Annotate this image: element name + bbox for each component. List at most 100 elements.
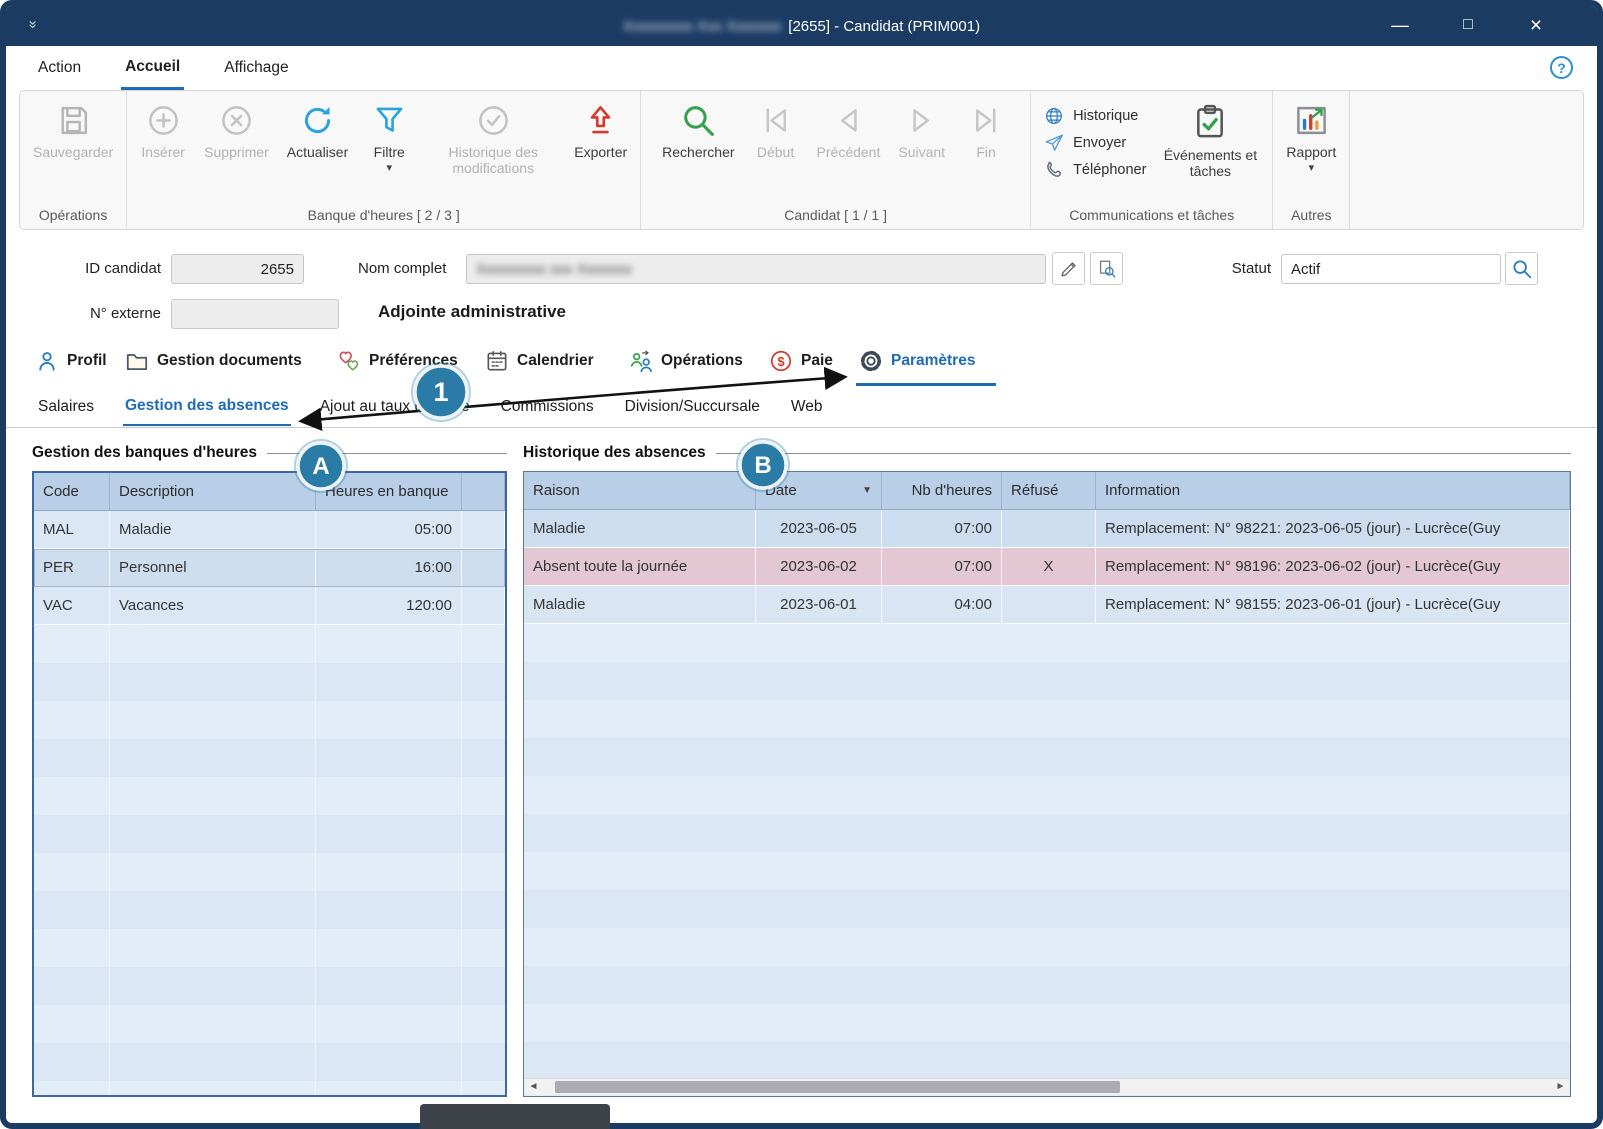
ribbon-group-communications: Historique Envoyer Téléphoner [1031, 91, 1273, 229]
svg-text:$: $ [777, 354, 785, 369]
tab-paie[interactable]: $ Paie [768, 344, 833, 378]
col-refuse: Réfusé [1002, 472, 1096, 509]
group-label-other: Autres [1277, 205, 1345, 229]
report-button[interactable]: Rapport ▾ [1277, 97, 1345, 176]
hours-bank-panel: Gestion des banques d'heures Code Descri… [32, 440, 507, 1097]
col-heures: Heures en banque [316, 473, 462, 510]
tab-gestion-documents[interactable]: Gestion documents [124, 344, 302, 378]
delete-button[interactable]: Supprimer [195, 97, 278, 165]
export-icon [582, 102, 619, 139]
external-number-field[interactable] [171, 299, 339, 329]
next-icon [903, 102, 940, 139]
window-title: Xxxxxxxxx Xxx Xxxxxxx [2655] - Candidat … [6, 18, 1597, 35]
ribbon-group-candidate: Rechercher Début Précédent [641, 91, 1031, 229]
group-label-communications: Communications et tâches [1035, 205, 1268, 229]
minimize-button[interactable]: — [1389, 15, 1411, 36]
menu-affichage[interactable]: Affichage [220, 46, 292, 90]
subtab-division[interactable]: Division/Succursale [623, 389, 762, 425]
subtab-salaires[interactable]: Salaires [36, 389, 96, 425]
hours-bank-table: Code Description Heures en banque MAL Ma… [32, 471, 507, 1097]
subtabs: Salaires Gestion des absences Ajout au t… [6, 386, 1597, 428]
id-field[interactable]: 2655 [171, 254, 304, 284]
subtab-commissions[interactable]: Commissions [499, 389, 596, 425]
ribbon-group-operations: Sauvegarder Opérations [20, 91, 127, 229]
person-icon [34, 348, 60, 374]
tab-calendrier[interactable]: Calendrier [484, 344, 594, 378]
table-row[interactable]: Maladie 2023-06-01 04:00 Remplacement: N… [524, 586, 1570, 624]
history-modifications-icon [475, 102, 512, 139]
events-tasks-button[interactable]: Événements et tâches [1152, 97, 1268, 184]
save-button[interactable]: Sauvegarder [24, 97, 122, 165]
subtab-ajout-taux[interactable]: Ajout au taux de base [318, 389, 472, 425]
help-icon[interactable]: ? [1550, 56, 1573, 79]
report-dropdown-icon: ▾ [1309, 165, 1315, 171]
refresh-button[interactable]: Actualiser [278, 97, 357, 165]
preview-document-button[interactable] [1090, 252, 1123, 285]
subtab-web[interactable]: Web [789, 389, 825, 425]
section-tabs: Profil Gestion documents Préférences Cal… [6, 336, 1597, 386]
menu-bar: Action Accueil Affichage ? [6, 46, 1597, 90]
absence-history-panel: Historique des absences Raison Date ▼ Nb… [523, 440, 1571, 1097]
history-button[interactable]: Historique [1043, 105, 1146, 127]
history-modifications-button[interactable]: Historique des modifications [421, 97, 565, 181]
absence-history-header[interactable]: Raison Date ▼ Nb d'heures Réfusé Informa… [524, 472, 1570, 510]
filter-icon [371, 102, 408, 139]
active-tab-underline [856, 383, 996, 386]
col-description: Description [110, 473, 316, 510]
ribbon: Sauvegarder Opérations Insérer Supprimer [19, 90, 1584, 230]
last-button[interactable]: Fin [954, 97, 1018, 165]
previous-button[interactable]: Précédent [808, 97, 890, 165]
name-field[interactable]: Xxxxxxxxx xxx Xxxxxxx [466, 254, 1046, 284]
gear-icon [858, 348, 884, 374]
next-button[interactable]: Suivant [889, 97, 954, 165]
maximize-button[interactable]: □ [1457, 16, 1479, 34]
scroll-left-icon[interactable]: ◄ [525, 1079, 542, 1095]
scroll-right-icon[interactable]: ► [1552, 1079, 1569, 1095]
table-row[interactable]: VAC Vacances 120:00 [34, 587, 505, 625]
taskbar-fragment [420, 1104, 610, 1129]
group-label-operations: Opérations [24, 205, 122, 229]
subtab-gestion-absences[interactable]: Gestion des absences [123, 388, 291, 426]
table-row[interactable]: MAL Maladie 05:00 [34, 511, 505, 549]
scrollbar-thumb[interactable] [555, 1081, 1120, 1093]
close-button[interactable]: × [1525, 14, 1547, 38]
hearts-icon [336, 348, 362, 374]
insert-button[interactable]: Insérer [131, 97, 195, 165]
absence-history-title: Historique des absences [523, 444, 706, 462]
tab-preferences[interactable]: Préférences [336, 344, 458, 378]
status-field[interactable]: Actif [1281, 254, 1501, 284]
tab-profil[interactable]: Profil [34, 344, 107, 378]
status-search-button[interactable] [1505, 252, 1538, 285]
window-title-redacted: Xxxxxxxxx Xxx Xxxxxxx [623, 18, 781, 35]
globe-icon [1043, 105, 1065, 127]
insert-icon [145, 102, 182, 139]
window-title-suffix: [2655] - Candidat (PRIM001) [788, 18, 980, 35]
export-button[interactable]: Exporter [565, 97, 636, 165]
send-button[interactable]: Envoyer [1043, 132, 1146, 154]
save-icon [55, 102, 92, 139]
last-icon [968, 102, 1005, 139]
horizontal-scrollbar[interactable]: ◄ ► [525, 1078, 1569, 1095]
first-button[interactable]: Début [744, 97, 808, 165]
title-bar: « Xxxxxxxxx Xxx Xxxxxxx [2655] - Candida… [6, 6, 1597, 46]
menu-accueil[interactable]: Accueil [121, 46, 184, 90]
tab-parametres[interactable]: Paramètres [858, 344, 975, 378]
table-row-selected[interactable]: PER Personnel 16:00 [34, 549, 505, 587]
tab-operations[interactable]: Opérations [628, 344, 743, 378]
job-title: Adjointe administrative [378, 302, 566, 322]
filter-dropdown-icon: ▾ [386, 165, 392, 171]
group-label-bank: Banque d'heures [ 2 / 3 ] [131, 205, 636, 229]
refresh-icon [299, 102, 336, 139]
id-label: ID candidat [36, 260, 161, 277]
menu-action[interactable]: Action [34, 46, 85, 90]
col-date[interactable]: Date ▼ [756, 472, 882, 509]
document-search-icon [1096, 258, 1118, 280]
filter-button[interactable]: Filtre ▾ [357, 97, 421, 176]
search-button[interactable]: Rechercher [653, 97, 743, 165]
phone-button[interactable]: Téléphoner [1043, 159, 1146, 181]
edit-name-button[interactable] [1052, 252, 1085, 285]
table-row-refused[interactable]: Absent toute la journée 2023-06-02 07:00… [524, 548, 1570, 586]
hours-bank-header[interactable]: Code Description Heures en banque [34, 473, 505, 511]
col-nb-heures: Nb d'heures [882, 472, 1002, 509]
table-row[interactable]: Maladie 2023-06-05 07:00 Remplacement: N… [524, 510, 1570, 548]
